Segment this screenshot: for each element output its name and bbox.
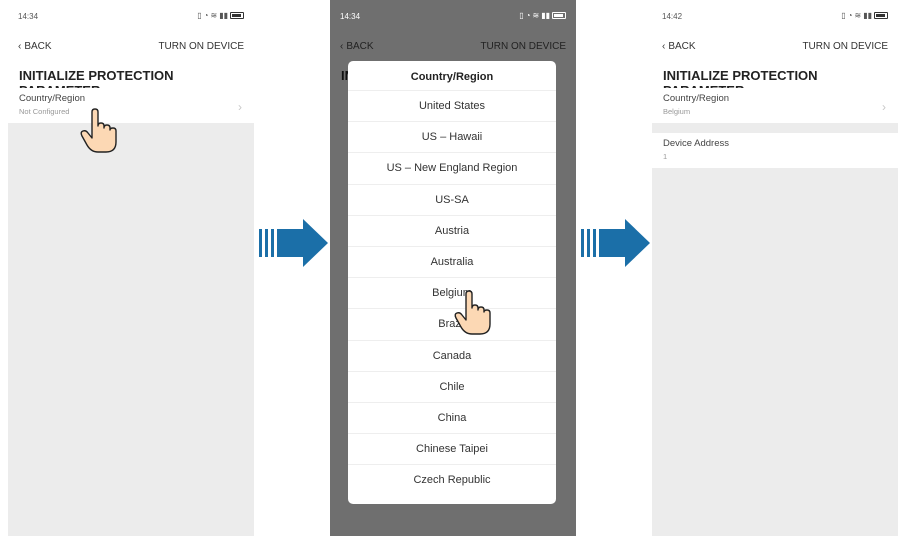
status-icons: ▯ ◔ ≋ ▮▮ bbox=[519, 11, 566, 20]
tap-hand-icon bbox=[80, 108, 117, 153]
option-belgium[interactable]: Belgium bbox=[348, 277, 556, 308]
chevron-right-icon: › bbox=[882, 100, 886, 114]
tap-hand-icon bbox=[454, 290, 491, 335]
status-time: 14:34 bbox=[18, 12, 39, 21]
chevron-right-icon: › bbox=[238, 100, 242, 114]
option-chinese-taipei[interactable]: Chinese Taipei bbox=[348, 433, 556, 464]
option-brazil[interactable]: Brazil bbox=[348, 308, 556, 339]
chevron-left-icon: ‹ bbox=[340, 41, 344, 52]
row-label: Device Address bbox=[663, 138, 730, 149]
phone-screen-1: 14:34 ▯ ◔ ≋ ▮▮ ‹ BACK TURN ON DEVICE INI… bbox=[8, 0, 254, 536]
option-united-states[interactable]: United States bbox=[348, 90, 556, 121]
back-button[interactable]: ‹ BACK bbox=[340, 41, 374, 52]
option-us-hawaii[interactable]: US – Hawaii bbox=[348, 121, 556, 152]
back-button[interactable]: ‹ BACK bbox=[18, 41, 52, 52]
nav-bar: ‹ BACK TURN ON DEVICE bbox=[652, 34, 898, 58]
back-button[interactable]: ‹ BACK bbox=[662, 41, 696, 52]
row-value: 1 bbox=[663, 152, 668, 161]
turn-on-device-button[interactable]: TURN ON DEVICE bbox=[158, 41, 244, 52]
row-label: Country/Region bbox=[663, 93, 730, 104]
turn-on-device-button[interactable]: TURN ON DEVICE bbox=[480, 41, 566, 52]
option-australia[interactable]: Australia bbox=[348, 245, 556, 277]
option-china[interactable]: China bbox=[348, 401, 556, 433]
status-bar: 14:34 ▯ ◔ ≋ ▮▮ bbox=[8, 0, 254, 34]
phone-screen-2: 14:34 ▯ ◔ ≋ ▮▮ ‹ BACK TURN ON DEVICE IN … bbox=[330, 0, 576, 536]
status-icons: ▯ ◔ ≋ ▮▮ bbox=[841, 11, 888, 20]
option-us-new-england[interactable]: US – New England Region bbox=[348, 152, 556, 183]
back-label: BACK bbox=[346, 41, 374, 52]
vibrate-icon: ▯ bbox=[841, 11, 846, 20]
vibrate-icon: ▯ bbox=[519, 11, 524, 20]
page-title: INITIALIZE PROTECTION PARAMETER bbox=[652, 58, 898, 98]
row-value: Not Configured bbox=[19, 107, 70, 116]
alarm-icon: ◔ bbox=[847, 11, 853, 20]
battery-icon bbox=[230, 12, 244, 19]
option-austria[interactable]: Austria bbox=[348, 214, 556, 246]
back-label: BACK bbox=[668, 41, 696, 52]
status-bar: 14:42 ▯ ◔ ≋ ▮▮ bbox=[652, 0, 898, 34]
wifi-icon: ≋ bbox=[854, 11, 862, 20]
back-label: BACK bbox=[24, 41, 52, 52]
status-bar: 14:34 ▯ ◔ ≋ ▮▮ bbox=[330, 0, 576, 34]
battery-icon bbox=[874, 12, 888, 19]
country-region-row[interactable]: Country/Region Not Configured › bbox=[8, 88, 254, 123]
country-region-row[interactable]: Country/Region Belgium › bbox=[652, 88, 898, 123]
status-icons: ▯ ◔ ≋ ▮▮ bbox=[197, 11, 244, 20]
chevron-left-icon: ‹ bbox=[662, 41, 666, 52]
status-time: 14:42 bbox=[662, 12, 683, 21]
row-label: Country/Region bbox=[19, 93, 86, 104]
wifi-icon: ≋ bbox=[532, 11, 540, 20]
next-step-arrow-icon bbox=[259, 219, 328, 267]
option-us-sa[interactable]: US-SA bbox=[348, 183, 556, 215]
signal-icon: ▮▮ bbox=[219, 11, 228, 20]
option-czech-republic[interactable]: Czech Republic bbox=[348, 464, 556, 495]
wifi-icon: ≋ bbox=[210, 11, 218, 20]
device-address-row[interactable]: Device Address 1 bbox=[652, 133, 898, 168]
phone-screen-3: 14:42 ▯ ◔ ≋ ▮▮ ‹ BACK TURN ON DEVICE INI… bbox=[652, 0, 898, 536]
chevron-left-icon: ‹ bbox=[18, 41, 22, 52]
country-region-dialog: Country/Region United States US – Hawaii… bbox=[348, 61, 556, 504]
alarm-icon: ◔ bbox=[203, 11, 209, 20]
turn-on-device-button[interactable]: TURN ON DEVICE bbox=[802, 41, 888, 52]
status-time: 14:34 bbox=[340, 12, 361, 21]
nav-bar: ‹ BACK TURN ON DEVICE bbox=[330, 34, 576, 58]
signal-icon: ▮▮ bbox=[541, 11, 550, 20]
option-canada[interactable]: Canada bbox=[348, 339, 556, 371]
nav-bar: ‹ BACK TURN ON DEVICE bbox=[8, 34, 254, 58]
alarm-icon: ◔ bbox=[525, 11, 531, 20]
page-title: INITIALIZE PROTECTION PARAMETER bbox=[8, 58, 254, 98]
row-value: Belgium bbox=[663, 107, 691, 116]
next-step-arrow-icon bbox=[581, 219, 650, 267]
vibrate-icon: ▯ bbox=[197, 11, 202, 20]
option-chile[interactable]: Chile bbox=[348, 370, 556, 402]
signal-icon: ▮▮ bbox=[863, 11, 872, 20]
dialog-title: Country/Region bbox=[410, 71, 494, 83]
battery-icon bbox=[552, 12, 566, 19]
